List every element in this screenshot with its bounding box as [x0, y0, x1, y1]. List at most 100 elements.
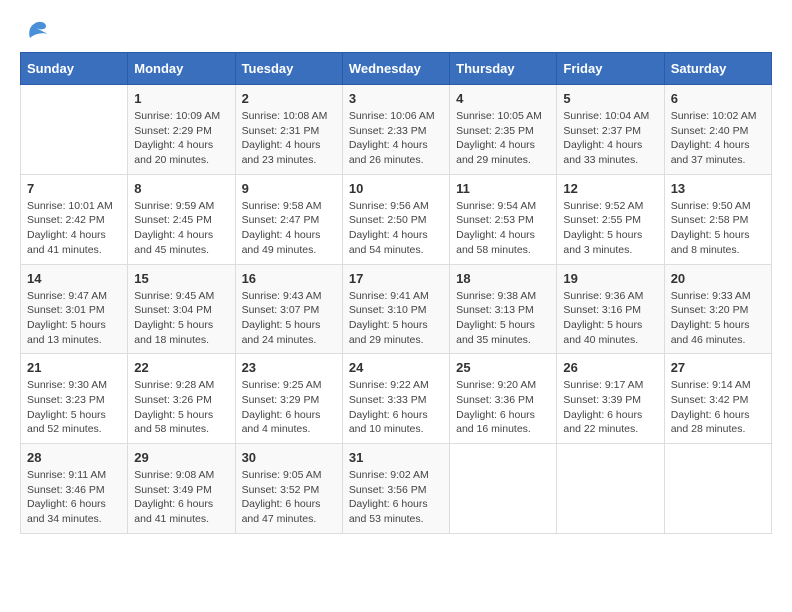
day-info: Sunrise: 9:17 AM Sunset: 3:39 PM Dayligh…	[563, 378, 657, 437]
day-info: Sunrise: 10:04 AM Sunset: 2:37 PM Daylig…	[563, 109, 657, 168]
calendar-cell: 12 Sunrise: 9:52 AM Sunset: 2:55 PM Dayli…	[557, 174, 664, 264]
day-number: 28	[27, 450, 121, 465]
header-row: SundayMondayTuesdayWednesdayThursdayFrid…	[21, 53, 772, 85]
calendar-cell: 31 Sunrise: 9:02 AM Sunset: 3:56 PM Dayli…	[342, 444, 449, 534]
day-info: Sunrise: 9:43 AM Sunset: 3:07 PM Dayligh…	[242, 289, 336, 348]
header-wednesday: Wednesday	[342, 53, 449, 85]
calendar-cell: 6 Sunrise: 10:02 AM Sunset: 2:40 PM Dayli…	[664, 85, 771, 175]
day-info: Sunrise: 9:38 AM Sunset: 3:13 PM Dayligh…	[456, 289, 550, 348]
calendar-cell: 25 Sunrise: 9:20 AM Sunset: 3:36 PM Dayli…	[450, 354, 557, 444]
day-number: 11	[456, 181, 550, 196]
day-number: 31	[349, 450, 443, 465]
day-number: 25	[456, 360, 550, 375]
calendar-cell: 14Sunrise: 9:47 AM Sunset: 3:01 PM Dayli…	[21, 264, 128, 354]
day-number: 20	[671, 271, 765, 286]
day-info: Sunrise: 9:20 AM Sunset: 3:36 PM Dayligh…	[456, 378, 550, 437]
day-number: 5	[563, 91, 657, 106]
calendar-table: SundayMondayTuesdayWednesdayThursdayFrid…	[20, 52, 772, 534]
day-number: 2	[242, 91, 336, 106]
day-info: Sunrise: 9:14 AM Sunset: 3:42 PM Dayligh…	[671, 378, 765, 437]
day-info: Sunrise: 9:05 AM Sunset: 3:52 PM Dayligh…	[242, 468, 336, 527]
day-number: 8	[134, 181, 228, 196]
calendar-cell: 23 Sunrise: 9:25 AM Sunset: 3:29 PM Dayli…	[235, 354, 342, 444]
calendar-cell: 18Sunrise: 9:38 AM Sunset: 3:13 PM Dayli…	[450, 264, 557, 354]
day-info: Sunrise: 9:54 AM Sunset: 2:53 PM Dayligh…	[456, 199, 550, 258]
calendar-cell: 20 Sunrise: 9:33 AM Sunset: 3:20 PM Dayli…	[664, 264, 771, 354]
calendar-cell: 10 Sunrise: 9:56 AM Sunset: 2:50 PM Dayli…	[342, 174, 449, 264]
calendar-cell: 24 Sunrise: 9:22 AM Sunset: 3:33 PM Dayli…	[342, 354, 449, 444]
day-info: Sunrise: 9:59 AM Sunset: 2:45 PM Dayligh…	[134, 199, 228, 258]
calendar-cell: 29 Sunrise: 9:08 AM Sunset: 3:49 PM Dayli…	[128, 444, 235, 534]
day-number: 9	[242, 181, 336, 196]
day-info: Sunrise: 9:45 AM Sunset: 3:04 PM Dayligh…	[134, 289, 228, 348]
day-info: Sunrise: 9:36 AM Sunset: 3:16 PM Dayligh…	[563, 289, 657, 348]
calendar-cell: 9Sunrise: 9:58 AM Sunset: 2:47 PM Daylig…	[235, 174, 342, 264]
day-info: Sunrise: 9:30 AM Sunset: 3:23 PM Dayligh…	[27, 378, 121, 437]
day-number: 19	[563, 271, 657, 286]
calendar-cell: 28 Sunrise: 9:11 AM Sunset: 3:46 PM Dayli…	[21, 444, 128, 534]
calendar-cell: 8 Sunrise: 9:59 AM Sunset: 2:45 PM Daylig…	[128, 174, 235, 264]
day-number: 15	[134, 271, 228, 286]
header-sunday: Sunday	[21, 53, 128, 85]
day-info: Sunrise: 10:06 AM Sunset: 2:33 PM Daylig…	[349, 109, 443, 168]
header-tuesday: Tuesday	[235, 53, 342, 85]
day-info: Sunrise: 10:05 AM Sunset: 2:35 PM Daylig…	[456, 109, 550, 168]
week-row-2: 7Sunrise: 10:01 AM Sunset: 2:42 PM Dayli…	[21, 174, 772, 264]
day-number: 21	[27, 360, 121, 375]
day-number: 29	[134, 450, 228, 465]
week-row-3: 14Sunrise: 9:47 AM Sunset: 3:01 PM Dayli…	[21, 264, 772, 354]
calendar-cell: 16 Sunrise: 9:43 AM Sunset: 3:07 PM Dayli…	[235, 264, 342, 354]
day-number: 16	[242, 271, 336, 286]
day-number: 30	[242, 450, 336, 465]
calendar-cell	[664, 444, 771, 534]
week-row-5: 28 Sunrise: 9:11 AM Sunset: 3:46 PM Dayli…	[21, 444, 772, 534]
day-number: 26	[563, 360, 657, 375]
day-info: Sunrise: 9:22 AM Sunset: 3:33 PM Dayligh…	[349, 378, 443, 437]
calendar-cell: 22 Sunrise: 9:28 AM Sunset: 3:26 PM Dayli…	[128, 354, 235, 444]
calendar-body: 1 Sunrise: 10:09 AM Sunset: 2:29 PM Dayli…	[21, 85, 772, 534]
day-info: Sunrise: 9:08 AM Sunset: 3:49 PM Dayligh…	[134, 468, 228, 527]
day-number: 7	[27, 181, 121, 196]
day-info: Sunrise: 9:50 AM Sunset: 2:58 PM Dayligh…	[671, 199, 765, 258]
calendar-cell	[21, 85, 128, 175]
day-number: 6	[671, 91, 765, 106]
header	[20, 20, 772, 42]
calendar-cell: 1 Sunrise: 10:09 AM Sunset: 2:29 PM Dayli…	[128, 85, 235, 175]
day-number: 10	[349, 181, 443, 196]
day-number: 27	[671, 360, 765, 375]
header-monday: Monday	[128, 53, 235, 85]
logo	[20, 20, 52, 42]
header-saturday: Saturday	[664, 53, 771, 85]
calendar-cell: 2Sunrise: 10:08 AM Sunset: 2:31 PM Dayli…	[235, 85, 342, 175]
logo-bird-icon	[20, 20, 48, 42]
day-number: 24	[349, 360, 443, 375]
day-info: Sunrise: 9:02 AM Sunset: 3:56 PM Dayligh…	[349, 468, 443, 527]
calendar-cell: 30 Sunrise: 9:05 AM Sunset: 3:52 PM Dayli…	[235, 444, 342, 534]
calendar-cell: 5 Sunrise: 10:04 AM Sunset: 2:37 PM Dayli…	[557, 85, 664, 175]
calendar-header: SundayMondayTuesdayWednesdayThursdayFrid…	[21, 53, 772, 85]
day-number: 23	[242, 360, 336, 375]
day-number: 13	[671, 181, 765, 196]
day-info: Sunrise: 10:09 AM Sunset: 2:29 PM Daylig…	[134, 109, 228, 168]
day-number: 3	[349, 91, 443, 106]
day-number: 12	[563, 181, 657, 196]
header-friday: Friday	[557, 53, 664, 85]
day-info: Sunrise: 9:28 AM Sunset: 3:26 PM Dayligh…	[134, 378, 228, 437]
calendar-cell	[450, 444, 557, 534]
day-info: Sunrise: 10:02 AM Sunset: 2:40 PM Daylig…	[671, 109, 765, 168]
calendar-cell: 17Sunrise: 9:41 AM Sunset: 3:10 PM Dayli…	[342, 264, 449, 354]
calendar-cell: 21 Sunrise: 9:30 AM Sunset: 3:23 PM Dayli…	[21, 354, 128, 444]
day-info: Sunrise: 9:41 AM Sunset: 3:10 PM Dayligh…	[349, 289, 443, 348]
calendar-cell: 26 Sunrise: 9:17 AM Sunset: 3:39 PM Dayli…	[557, 354, 664, 444]
day-info: Sunrise: 9:52 AM Sunset: 2:55 PM Dayligh…	[563, 199, 657, 258]
calendar-cell: 7Sunrise: 10:01 AM Sunset: 2:42 PM Dayli…	[21, 174, 128, 264]
day-info: Sunrise: 9:33 AM Sunset: 3:20 PM Dayligh…	[671, 289, 765, 348]
day-info: Sunrise: 9:56 AM Sunset: 2:50 PM Dayligh…	[349, 199, 443, 258]
day-info: Sunrise: 9:25 AM Sunset: 3:29 PM Dayligh…	[242, 378, 336, 437]
day-number: 1	[134, 91, 228, 106]
day-number: 22	[134, 360, 228, 375]
calendar-cell: 3 Sunrise: 10:06 AM Sunset: 2:33 PM Dayli…	[342, 85, 449, 175]
calendar-cell	[557, 444, 664, 534]
day-number: 4	[456, 91, 550, 106]
day-info: Sunrise: 9:11 AM Sunset: 3:46 PM Dayligh…	[27, 468, 121, 527]
